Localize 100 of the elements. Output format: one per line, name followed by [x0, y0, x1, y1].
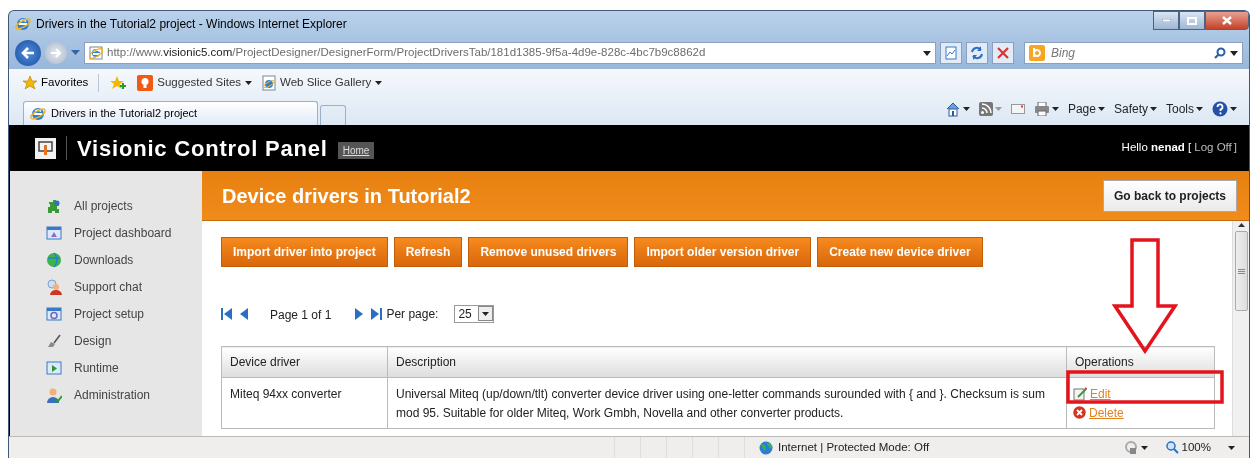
dropdown-icon[interactable]: [923, 50, 931, 56]
printer-icon: [1033, 102, 1050, 116]
caret-icon[interactable]: [375, 81, 383, 85]
caret-icon: [481, 311, 489, 316]
menu-button[interactable]: Tools: [1166, 100, 1203, 118]
delete-icon: [1073, 406, 1086, 420]
page-title: Device drivers in Tutorial2: [222, 183, 471, 209]
app-title: Visionic Control Panel: [77, 134, 328, 163]
sidebar-item[interactable]: Design: [46, 332, 202, 350]
security-zone: Internet | Protected Mode: Off: [759, 438, 930, 457]
caret-icon[interactable]: [1228, 445, 1235, 450]
per-page-select[interactable]: 25: [454, 304, 494, 323]
window-icon: [46, 225, 62, 241]
maximize-button[interactable]: [1179, 11, 1205, 30]
window-title: Drivers in the Tutorial2 project - Windows Internet Explorer: [36, 16, 347, 33]
caret-icon[interactable]: [1196, 107, 1203, 111]
globe-icon: [46, 252, 62, 268]
last-page-icon[interactable]: [371, 307, 383, 320]
caret-icon[interactable]: [1140, 445, 1148, 450]
feeds-button[interactable]: [978, 102, 1002, 116]
star-icon: [23, 76, 37, 90]
back-button[interactable]: [15, 40, 41, 66]
minimize-icon: [1161, 19, 1171, 22]
caret-icon[interactable]: [1150, 107, 1157, 111]
home-icon: [944, 101, 961, 117]
caret-icon[interactable]: [1051, 107, 1059, 111]
sidebar-item[interactable]: Project setup: [46, 305, 202, 323]
add-favorite-icon[interactable]: [109, 75, 128, 91]
lightbulb-icon: [137, 75, 154, 91]
close-button[interactable]: [1205, 11, 1249, 30]
puzzle-icon: [46, 198, 62, 214]
sidebar-item[interactable]: All projects: [46, 197, 202, 215]
search-engine-icon: [1029, 45, 1045, 61]
scroll-thumb[interactable]: [1234, 231, 1248, 311]
per-page-label: Per page:: [386, 305, 439, 323]
previous-page-icon[interactable]: [240, 307, 248, 320]
print-button[interactable]: [1033, 102, 1059, 116]
home-button[interactable]: [944, 101, 970, 117]
menu-button[interactable]: Page: [1067, 100, 1105, 118]
brush-icon: [46, 333, 62, 349]
column-header: Description: [387, 346, 1067, 378]
caret-icon[interactable]: [1230, 107, 1237, 111]
page-icon: [262, 75, 277, 91]
help-button[interactable]: [1212, 101, 1237, 117]
caret-icon[interactable]: [1097, 107, 1105, 111]
favorites-bar-item[interactable]: Web Slice Gallery: [262, 74, 383, 92]
compatibility-button[interactable]: [940, 42, 962, 64]
favorites-bar-item[interactable]: Favorites: [23, 74, 100, 92]
recent-pages-icon[interactable]: [71, 50, 80, 56]
greeting-text: Hello nenad [: [1121, 140, 1192, 156]
bracket-text: ]: [1233, 140, 1237, 156]
zoom-icon: [1165, 441, 1179, 454]
lock-icon: [1123, 440, 1138, 455]
sidebar-item[interactable]: Downloads: [46, 251, 202, 269]
feed-icon: [978, 102, 993, 116]
column-header: Device driver: [221, 346, 388, 378]
edit-icon: [1073, 387, 1087, 402]
sidebar-item[interactable]: Administration: [46, 386, 202, 404]
compatibility-icon: [943, 45, 959, 61]
page-indicator: Page 1 of 1: [270, 307, 332, 324]
scrollbar[interactable]: [1232, 221, 1249, 436]
mail-icon[interactable]: [1010, 104, 1025, 114]
log-off-link[interactable]: Log Off: [1194, 139, 1232, 157]
stop-icon: [995, 45, 1011, 61]
caret-icon[interactable]: [962, 107, 970, 111]
search-box[interactable]: Bing: [1024, 42, 1243, 64]
next-page-icon[interactable]: [355, 307, 364, 320]
minimize-button[interactable]: [1153, 11, 1179, 30]
address-field[interactable]: http://www.visionic5.com/ProjectDesigner/DesignerForm/ProjectDriversTab/181d1385-9f5a-4d9e-828c-4bc7b9c8862d: [84, 42, 936, 64]
caret-icon[interactable]: [245, 81, 253, 85]
close-icon: [1222, 16, 1232, 25]
forward-arrow-icon: [50, 48, 62, 58]
scroll-up-icon[interactable]: [1237, 223, 1245, 227]
window-icon: [46, 306, 62, 322]
menu-button[interactable]: Safety: [1113, 100, 1157, 118]
zoom-button[interactable]: 100%: [1165, 438, 1235, 457]
play-icon: [46, 360, 62, 376]
search-icon[interactable]: [1214, 47, 1226, 59]
refresh-button[interactable]: [966, 42, 988, 64]
maximize-icon: [1187, 16, 1197, 25]
person-icon: [46, 387, 62, 403]
stop-button[interactable]: [992, 42, 1014, 64]
favorites-bar-item[interactable]: Suggested Sites: [137, 74, 253, 92]
home-link[interactable]: Home: [337, 141, 375, 159]
browser-tab[interactable]: Drivers in the Tutorial2 project: [23, 101, 318, 125]
first-page-icon[interactable]: [221, 307, 232, 320]
sidebar-item[interactable]: Runtime: [46, 359, 202, 377]
sidebar-item[interactable]: Support chat: [46, 278, 202, 296]
globe-icon: [759, 440, 773, 455]
table-cell: Miteq 94xx converter: [221, 377, 388, 429]
dropdown-icon[interactable]: [1230, 50, 1238, 56]
help-icon: [1212, 101, 1228, 117]
back-arrow-icon: [21, 47, 35, 59]
back-to-projects-button[interactable]: Go back to projects: [1102, 179, 1237, 212]
page-icon: [89, 46, 103, 60]
sidebar-item[interactable]: Project dashboard: [46, 224, 202, 242]
person-icon: [46, 279, 62, 295]
refresh-icon: [969, 45, 985, 61]
popup-blocker-button[interactable]: [1123, 440, 1148, 455]
page-icon: [30, 105, 46, 122]
